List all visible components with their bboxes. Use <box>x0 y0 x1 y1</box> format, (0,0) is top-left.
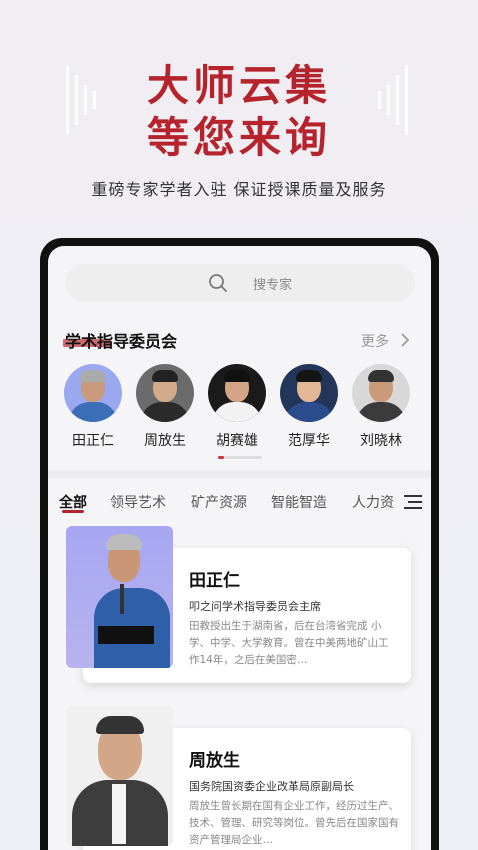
card-name: 田正仁 <box>189 571 240 591</box>
card-title: 国务院国资委企业改革局原副局长 <box>189 780 354 793</box>
expert-item[interactable]: 田正仁 <box>63 364 123 450</box>
expert-photo[interactable] <box>66 706 173 846</box>
tab-all[interactable]: 全部 <box>59 492 87 512</box>
search-icon <box>209 274 227 292</box>
expert-name: 周放生 <box>144 433 186 449</box>
expert-item[interactable]: 周放生 <box>135 364 195 450</box>
more-link[interactable]: 更多 <box>361 331 389 351</box>
card-name: 周放生 <box>189 751 240 771</box>
avatar <box>64 364 122 422</box>
card-title: 叩之问学术指导委员会主席 <box>189 600 321 613</box>
tab-smart-manufacturing[interactable]: 智能智造 <box>271 492 327 512</box>
expert-item[interactable]: 范厚华 <box>279 364 339 450</box>
menu-icon[interactable] <box>404 495 422 509</box>
chevron-right-icon[interactable] <box>400 333 410 347</box>
hero-subtitle: 重磅专家学者入驻 保证授课质量及服务 <box>91 180 387 199</box>
expert-item[interactable]: 胡赛雄 <box>207 364 267 450</box>
hero-banner: 大师云集 等您来询 重磅专家学者入驻 保证授课质量及服务 <box>0 0 478 235</box>
expert-name: 范厚华 <box>288 433 330 449</box>
section-title-committee: 学术指导委员会 <box>65 332 178 351</box>
phone-frame: 搜专家 学术指导委员会 更多 田正仁 周放生 胡赛雄 范厚华 刘晓林 全部 领导… <box>40 238 439 850</box>
avatar <box>280 364 338 422</box>
card-description: 田教授出生于湖南省，后在台湾省完成 小学、中学、大学教育。曾在中美两地矿山工 作… <box>189 620 389 666</box>
expert-name: 刘晓林 <box>360 433 402 449</box>
tab-human-resources[interactable]: 人力资 <box>352 492 394 512</box>
carousel-indicator <box>218 456 262 459</box>
active-tab-indicator <box>62 510 84 513</box>
expert-carousel[interactable]: 田正仁 周放生 胡赛雄 范厚华 刘晓林 <box>63 364 423 454</box>
category-tabs: 全部 领导艺术 矿产资源 智能智造 人力资 <box>48 478 431 526</box>
section-divider <box>48 470 431 478</box>
expert-item[interactable]: 刘晓林 <box>351 364 411 450</box>
expert-photo[interactable] <box>66 526 173 668</box>
search-placeholder: 搜专家 <box>253 278 293 293</box>
tab-leadership[interactable]: 领导艺术 <box>110 492 166 512</box>
avatar <box>208 364 266 422</box>
tab-mining[interactable]: 矿产资源 <box>191 492 247 512</box>
expert-name: 田正仁 <box>72 433 114 449</box>
expert-name: 胡赛雄 <box>216 433 258 449</box>
hero-title-line2: 等您来询 <box>146 113 331 162</box>
phone-screen: 搜专家 学术指导委员会 更多 田正仁 周放生 胡赛雄 范厚华 刘晓林 全部 领导… <box>48 246 431 850</box>
avatar <box>136 364 194 422</box>
avatar <box>352 364 410 422</box>
search-bar[interactable]: 搜专家 <box>65 264 415 302</box>
card-description: 周放生曾长期在国有企业工作，经历过生产、技术、管理、研究等岗位。曾先后在国家国有… <box>189 800 399 846</box>
